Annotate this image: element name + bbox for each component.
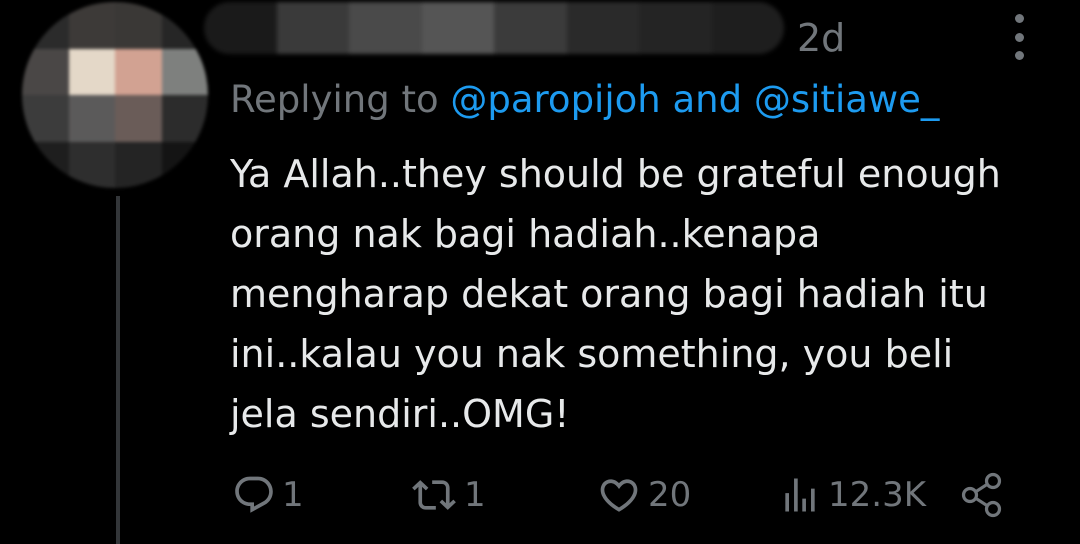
tweet-text-line: jela sendiri..OMG! — [230, 392, 570, 436]
views-icon — [778, 473, 822, 517]
reply-icon — [232, 473, 276, 517]
tweet-text-line: orang nak bagi hadiah..kenapa — [230, 212, 821, 256]
share-button[interactable] — [960, 470, 1004, 520]
share-icon — [960, 472, 1004, 518]
views-count: 12.3K — [828, 475, 926, 515]
like-button[interactable]: 20 — [596, 470, 691, 520]
like-count: 20 — [648, 475, 692, 515]
replying-to: Replying to @paropijoh and @sitiawe_ — [230, 76, 939, 124]
tweet-text-line: mengharap dekat orang bagi hadiah itu — [230, 272, 988, 316]
reply-count: 1 — [282, 475, 304, 515]
like-icon — [596, 473, 642, 517]
redacted-username[interactable] — [204, 2, 784, 54]
avatar[interactable] — [22, 2, 208, 188]
tweet-actions: 1 1 20 12.3K — [230, 470, 1030, 520]
mention-paropijoh[interactable]: @paropijoh — [450, 78, 660, 121]
views-button[interactable]: 12.3K — [778, 470, 926, 520]
retweet-button[interactable]: 1 — [410, 470, 486, 520]
replying-to-label: Replying to — [230, 78, 439, 121]
retweet-count: 1 — [464, 475, 486, 515]
mention-sitiawe[interactable]: @sitiawe_ — [754, 78, 940, 121]
tweet-text: Ya Allah..they should be grateful enough… — [230, 144, 1060, 444]
mention-joiner[interactable]: and — [672, 78, 742, 121]
retweet-icon — [410, 473, 458, 517]
reply-button[interactable]: 1 — [232, 470, 304, 520]
more-icon[interactable] — [1004, 14, 1034, 60]
tweet-text-line: Ya Allah..they should be grateful enough — [230, 152, 1001, 196]
tweet-text-line: ini..kalau you nak something, you beli — [230, 332, 954, 376]
tweet-timestamp[interactable]: 2d — [797, 16, 845, 60]
thread-line — [116, 196, 120, 544]
